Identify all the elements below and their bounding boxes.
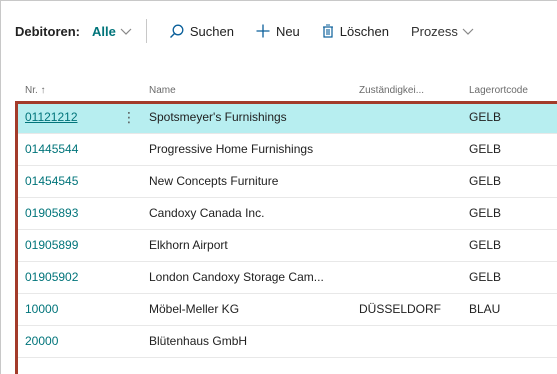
location-code: GELB bbox=[469, 174, 502, 188]
table-row[interactable]: 01905902 London Candoxy Storage Cam... GEL… bbox=[15, 262, 557, 294]
search-icon bbox=[169, 24, 184, 38]
responsibility-center bbox=[359, 326, 459, 357]
responsibility-center bbox=[359, 230, 459, 261]
plus-icon bbox=[256, 24, 270, 38]
delete-button[interactable]: Löschen bbox=[322, 24, 389, 39]
responsibility-center bbox=[359, 262, 459, 293]
customer-number-link[interactable]: 10000 bbox=[25, 294, 125, 325]
table-row[interactable]: 01445544 Progressive Home Furnishings GELB bbox=[15, 134, 557, 166]
location-code: GELB bbox=[469, 270, 502, 284]
location-code: GELB bbox=[469, 238, 502, 252]
column-header-name[interactable]: Name bbox=[149, 85, 176, 96]
customer-list-page: Debitoren: Alle Suchen Neu Löschen Proze… bbox=[0, 0, 557, 374]
search-button-label: Suchen bbox=[189, 23, 234, 39]
responsibility-center bbox=[359, 198, 459, 229]
customer-number-link[interactable]: 01905893 bbox=[25, 198, 125, 229]
action-bar: Debitoren: Alle Suchen Neu Löschen Proze… bbox=[1, 1, 557, 61]
customer-name: Möbel-Meller KG bbox=[149, 302, 240, 316]
delete-button-label: Löschen bbox=[339, 23, 389, 39]
view-filter-label: Alle bbox=[92, 23, 116, 39]
chevron-down-icon bbox=[462, 24, 480, 39]
table-row[interactable]: 01905893 Candoxy Canada Inc. GELB bbox=[15, 198, 557, 230]
new-button-label: Neu bbox=[275, 23, 300, 39]
customer-number-link[interactable]: 01121212 bbox=[25, 102, 125, 133]
customer-name: Blütenhaus GmbH bbox=[149, 334, 248, 348]
customer-name: New Concepts Furniture bbox=[149, 174, 279, 188]
process-menu-label: Prozess bbox=[410, 23, 458, 39]
column-header-row: Nr. ↑ Name Zuständigkei... Lagerortcode bbox=[15, 85, 557, 101]
responsibility-center bbox=[359, 134, 459, 165]
location-code: BLAU bbox=[469, 302, 501, 316]
responsibility-center bbox=[359, 166, 459, 197]
responsibility-center bbox=[359, 102, 459, 133]
column-header-responsibility[interactable]: Zuständigkei... bbox=[359, 85, 424, 96]
new-button[interactable]: Neu bbox=[256, 24, 300, 39]
table-row[interactable]: 20000 Blütenhaus GmbH bbox=[15, 326, 557, 358]
customer-number-link[interactable]: 01445544 bbox=[25, 134, 125, 165]
customer-name: London Candoxy Storage Cam... bbox=[149, 270, 324, 284]
location-code: GELB bbox=[469, 110, 502, 124]
customer-name: Candoxy Canada Inc. bbox=[149, 206, 265, 220]
table-row[interactable]: 01905899 Elkhorn Airport GELB bbox=[15, 230, 557, 262]
row-actions-icon[interactable]: ⋮ bbox=[122, 102, 132, 133]
table-row[interactable]: 01121212 Spotsmeyer's Furnishings GELB ⋮ bbox=[15, 102, 557, 134]
responsibility-center: DÜSSELDORF bbox=[359, 302, 442, 316]
view-filter-dropdown[interactable]: Alle bbox=[92, 24, 132, 39]
location-code: GELB bbox=[469, 206, 502, 220]
customer-name: Progressive Home Furnishings bbox=[149, 142, 314, 156]
toolbar-divider bbox=[145, 19, 147, 43]
table-row[interactable]: 01454545 New Concepts Furniture GELB bbox=[15, 166, 557, 198]
process-menu[interactable]: Prozess bbox=[411, 24, 480, 39]
page-title: Debitoren: bbox=[15, 23, 80, 39]
customer-number-link[interactable]: 01454545 bbox=[25, 166, 125, 197]
customer-number-link[interactable]: 01905899 bbox=[25, 230, 125, 261]
customer-name: Spotsmeyer's Furnishings bbox=[149, 110, 287, 124]
location-code bbox=[469, 326, 549, 357]
customer-number-link[interactable]: 01905902 bbox=[25, 262, 125, 293]
column-header-nr[interactable]: Nr. ↑ bbox=[25, 85, 46, 96]
customer-table: 01121212Spotsmeyer's FurnishingsGELB⋮014… bbox=[15, 102, 557, 374]
table-row[interactable]: 10000 Möbel-Meller KG DÜSSELDORF BLAU bbox=[15, 294, 557, 326]
chevron-down-icon bbox=[120, 24, 132, 39]
customer-name: Elkhorn Airport bbox=[149, 238, 228, 252]
location-code: GELB bbox=[469, 142, 502, 156]
search-button[interactable]: Suchen bbox=[169, 24, 234, 39]
column-header-location[interactable]: Lagerortcode bbox=[469, 85, 528, 96]
customer-number-link[interactable]: 20000 bbox=[25, 326, 125, 357]
trash-icon bbox=[322, 24, 333, 38]
